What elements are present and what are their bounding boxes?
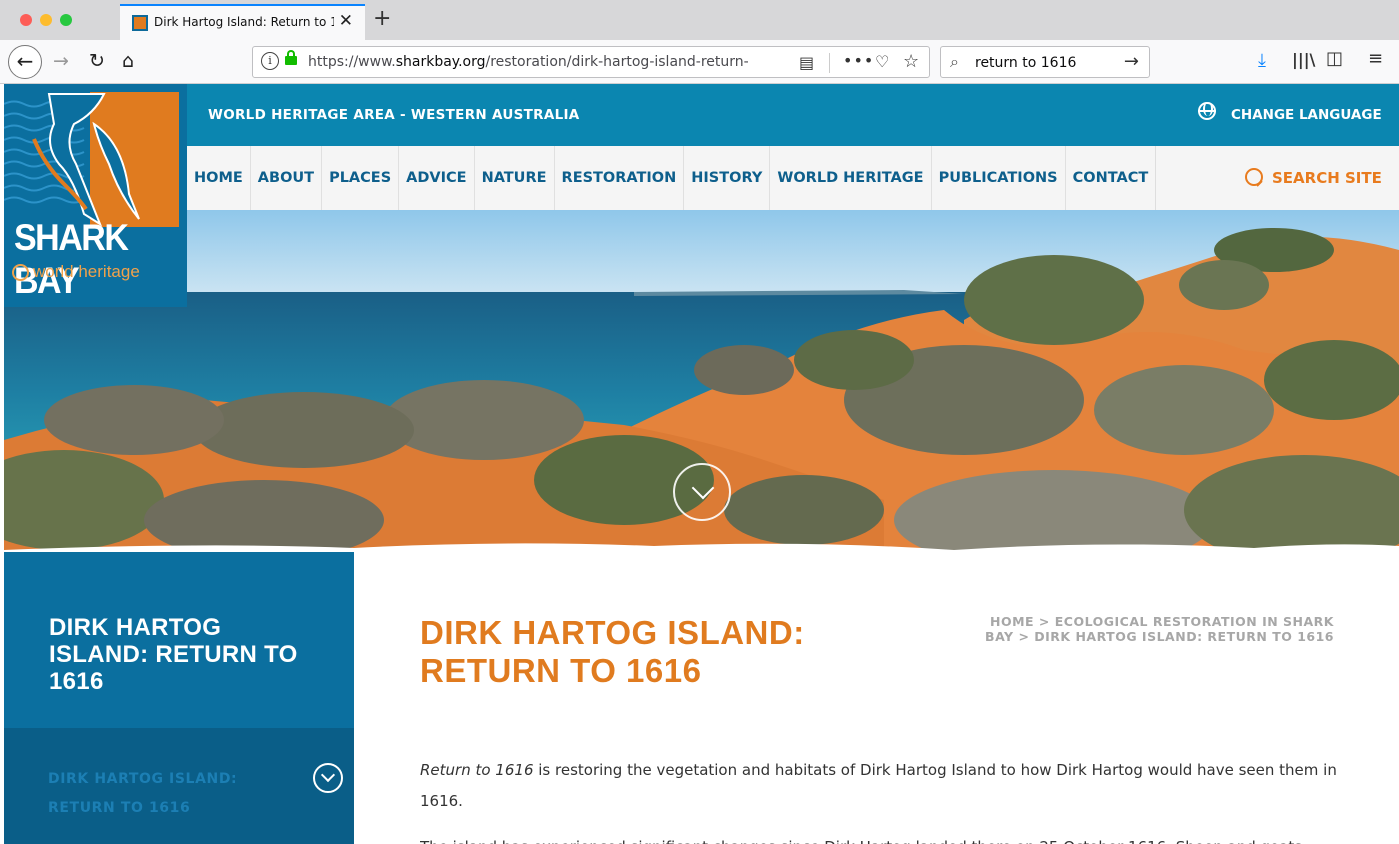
browser-toolbar: ← → ↻ ⌂ i https://www.sharkbay.org/resto… bbox=[0, 40, 1399, 84]
library-icon[interactable]: |||\ bbox=[1292, 50, 1315, 69]
pocket-icon[interactable]: ♡ bbox=[875, 52, 889, 71]
site-topbar: WORLD HERITAGE AREA - WESTERN AUSTRALIA … bbox=[187, 84, 1399, 146]
browser-search-bar[interactable]: ⌕ return to 1616 → bbox=[940, 46, 1150, 78]
address-bar[interactable]: i https://www.sharkbay.org/restoration/d… bbox=[252, 46, 930, 78]
nav-history[interactable]: HISTORY bbox=[684, 146, 771, 210]
intro-emphasis: Return to 1616 bbox=[420, 761, 534, 779]
page-actions-icon[interactable]: ••• bbox=[843, 51, 874, 70]
sidebar-toggle-icon[interactable]: ◫ bbox=[1326, 48, 1343, 69]
url-text[interactable]: https://www.sharkbay.org/restoration/dir… bbox=[308, 54, 778, 70]
site-search-label: SEARCH SITE bbox=[1272, 169, 1382, 187]
search-input[interactable]: return to 1616 bbox=[975, 55, 1076, 71]
forward-button[interactable]: → bbox=[53, 50, 69, 72]
browser-tab-strip: Dirk Hartog Island: Return to 1616 ✕ + bbox=[0, 0, 1399, 40]
download-icon[interactable]: ⤓ bbox=[1258, 50, 1266, 71]
nav-home[interactable]: HOME bbox=[187, 146, 251, 210]
logo-subtitle: world heritage bbox=[33, 262, 140, 281]
main-content: DIRK HARTOG ISLAND: RETURN TO 1616 HOME … bbox=[354, 552, 1399, 844]
main-navigation: HOME ABOUT PLACES ADVICE NATURE RESTORAT… bbox=[187, 146, 1399, 210]
world-heritage-emblem-icon bbox=[12, 264, 29, 281]
nav-world-heritage[interactable]: WORLD HERITAGE bbox=[770, 146, 932, 210]
site-favicon-icon bbox=[132, 15, 148, 31]
tab-title: Dirk Hartog Island: Return to 1616 bbox=[154, 15, 334, 29]
maximize-window-button[interactable] bbox=[60, 14, 72, 26]
globe-icon[interactable] bbox=[1198, 102, 1216, 120]
sidebar-subnav: DIRK HARTOG ISLAND: RETURN TO 1616 bbox=[4, 728, 354, 844]
nav-about[interactable]: ABOUT bbox=[251, 146, 323, 210]
chevron-down-icon[interactable] bbox=[313, 763, 343, 793]
url-separator bbox=[829, 53, 830, 73]
reader-view-icon[interactable]: ▤ bbox=[799, 53, 814, 72]
nav-places[interactable]: PLACES bbox=[322, 146, 400, 210]
sidebar-item-return-to-1616[interactable]: DIRK HARTOG ISLAND: RETURN TO 1616 bbox=[48, 765, 278, 823]
nav-publications[interactable]: PUBLICATIONS bbox=[932, 146, 1066, 210]
home-button[interactable]: ⌂ bbox=[122, 50, 134, 72]
section-sidebar: DIRK HARTOG ISLAND: RETURN TO 1616 DIRK … bbox=[4, 552, 354, 844]
search-go-icon[interactable]: → bbox=[1124, 51, 1139, 72]
page-title: DIRK HARTOG ISLAND: RETURN TO 1616 bbox=[420, 614, 805, 689]
magnifier-icon bbox=[1245, 168, 1263, 186]
close-tab-icon[interactable]: ✕ bbox=[339, 11, 353, 31]
hamburger-menu-icon[interactable]: ≡ bbox=[1368, 48, 1383, 69]
change-language-link[interactable]: CHANGE LANGUAGE bbox=[1231, 107, 1382, 123]
sidebar-title: DIRK HARTOG ISLAND: RETURN TO 1616 bbox=[49, 614, 298, 695]
search-icon: ⌕ bbox=[950, 52, 959, 71]
topbar-title: WORLD HERITAGE AREA - WESTERN AUSTRALIA bbox=[208, 107, 580, 123]
shark-bay-logo[interactable]: SHARK BAY world heritage bbox=[4, 84, 187, 307]
back-button[interactable]: ← bbox=[8, 45, 42, 79]
minimize-window-button[interactable] bbox=[40, 14, 52, 26]
reload-button[interactable]: ↻ bbox=[89, 50, 105, 72]
nav-advice[interactable]: ADVICE bbox=[399, 146, 475, 210]
breadcrumb[interactable]: HOME > ECOLOGICAL RESTORATION IN SHARK B… bbox=[974, 614, 1334, 644]
intro-text: is restoring the vegetation and habitats… bbox=[420, 761, 1337, 810]
body-paragraph: The island has experienced significant c… bbox=[420, 832, 1360, 844]
new-tab-button[interactable]: + bbox=[373, 6, 391, 31]
close-window-button[interactable] bbox=[20, 14, 32, 26]
nav-restoration[interactable]: RESTORATION bbox=[555, 146, 685, 210]
site-info-icon[interactable]: i bbox=[261, 52, 279, 70]
secure-lock-icon[interactable] bbox=[285, 50, 297, 65]
browser-tab[interactable]: Dirk Hartog Island: Return to 1616 ✕ bbox=[120, 4, 365, 40]
logo-title: SHARK BAY bbox=[14, 217, 129, 302]
intro-paragraph: Return to 1616 is restoring the vegetati… bbox=[420, 755, 1340, 817]
scroll-down-button[interactable] bbox=[673, 463, 731, 521]
nav-contact[interactable]: CONTACT bbox=[1066, 146, 1157, 210]
bookmark-star-icon[interactable]: ☆ bbox=[903, 51, 919, 72]
nav-nature[interactable]: NATURE bbox=[475, 146, 555, 210]
